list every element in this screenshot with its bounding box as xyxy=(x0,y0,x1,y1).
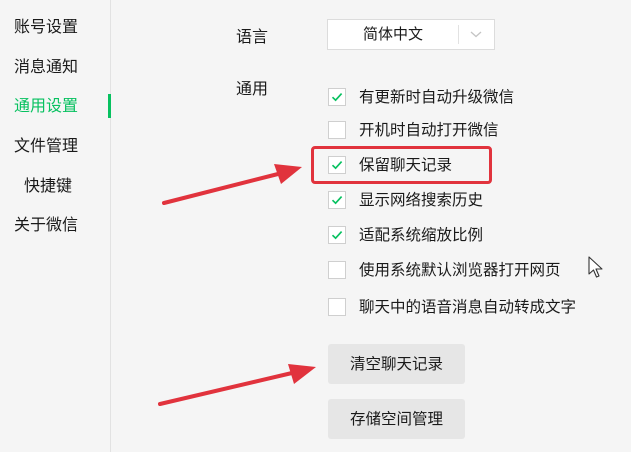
sidebar-item-label: 关于微信 xyxy=(14,215,79,234)
checkmark-icon xyxy=(331,196,343,205)
sidebar-item-label: 快捷键 xyxy=(24,176,73,195)
option-label: 使用系统默认浏览器打开网页 xyxy=(359,261,561,279)
active-indicator xyxy=(108,94,111,118)
option-label: 显示网络搜索历史 xyxy=(359,191,484,209)
search-history-checkbox[interactable] xyxy=(328,191,346,209)
language-select[interactable]: 简体中文 xyxy=(327,19,495,50)
red-arrow-icon xyxy=(158,364,316,406)
sidebar-item-account[interactable]: 账号设置 xyxy=(0,10,110,44)
sidebar-item-label: 账号设置 xyxy=(14,17,79,36)
checkmark-icon xyxy=(331,231,343,240)
checkmark-icon xyxy=(331,93,343,102)
language-label: 语言 xyxy=(236,27,269,46)
launch-on-startup-checkbox[interactable] xyxy=(328,121,346,139)
mouse-pointer-icon xyxy=(588,256,603,278)
option-label: 适配系统缩放比例 xyxy=(359,226,484,244)
voice-to-text-checkbox[interactable] xyxy=(328,298,346,316)
option-label: 有更新时自动升级微信 xyxy=(359,88,515,106)
sidebar-item-files[interactable]: 文件管理 xyxy=(0,129,110,163)
system-scaling-checkbox[interactable] xyxy=(328,226,346,244)
sidebar-item-shortcuts[interactable]: 快捷键 xyxy=(0,169,110,203)
clear-chat-history-button[interactable]: 清空聊天记录 xyxy=(328,344,465,384)
storage-management-button[interactable]: 存储空间管理 xyxy=(328,399,465,439)
sidebar-item-label: 文件管理 xyxy=(14,136,79,155)
general-label: 通用 xyxy=(236,79,269,98)
option-label: 聊天中的语音消息自动转成文字 xyxy=(359,298,577,316)
auto-update-checkbox[interactable] xyxy=(328,88,346,106)
option-label: 开机时自动打开微信 xyxy=(359,121,499,139)
sidebar-item-label: 消息通知 xyxy=(14,57,79,76)
language-select-value: 简体中文 xyxy=(362,25,423,43)
annotation-highlight-box xyxy=(311,146,492,184)
red-arrow-icon xyxy=(162,164,302,205)
settings-sidebar: 账号设置 消息通知 通用设置 文件管理 快捷键 关于微信 xyxy=(0,0,111,452)
select-divider xyxy=(458,25,459,44)
default-browser-checkbox[interactable] xyxy=(328,261,346,279)
sidebar-item-notifications[interactable]: 消息通知 xyxy=(0,50,110,84)
sidebar-item-general[interactable]: 通用设置 xyxy=(0,89,111,123)
sidebar-item-label: 通用设置 xyxy=(14,96,79,115)
sidebar-item-about[interactable]: 关于微信 xyxy=(0,208,110,242)
chevron-down-icon xyxy=(470,31,482,38)
